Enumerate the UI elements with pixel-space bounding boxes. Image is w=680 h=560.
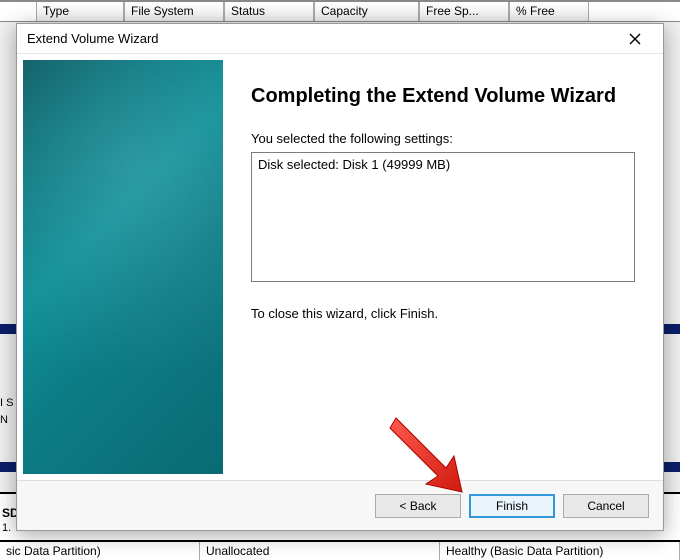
col-type[interactable]: Type bbox=[36, 2, 124, 21]
titlebar: Extend Volume Wizard bbox=[17, 24, 663, 54]
bg-part2: Unallocated bbox=[200, 542, 440, 560]
bg-part3: Healthy (Basic Data Partition) bbox=[440, 542, 680, 560]
settings-label: You selected the following settings: bbox=[251, 131, 635, 146]
wizard-side-graphic bbox=[23, 60, 223, 474]
bg-part1: sic Data Partition) bbox=[0, 542, 200, 560]
cancel-button[interactable]: Cancel bbox=[563, 494, 649, 518]
col-status[interactable]: Status bbox=[224, 2, 314, 21]
bg-table-header: Type File System Status Capacity Free Sp… bbox=[0, 0, 680, 22]
back-button[interactable]: < Back bbox=[375, 494, 461, 518]
bg-disk-label2: 1. bbox=[2, 522, 11, 534]
dialog-content: Completing the Extend Volume Wizard You … bbox=[17, 54, 663, 480]
col-filesystem[interactable]: File System bbox=[124, 2, 224, 21]
col-pct-free[interactable]: % Free bbox=[509, 2, 589, 21]
wizard-heading: Completing the Extend Volume Wizard bbox=[251, 84, 635, 109]
bg-bottom-row: sic Data Partition) Unallocated Healthy … bbox=[0, 540, 680, 560]
extend-volume-wizard-dialog: Extend Volume Wizard Completing the Exte… bbox=[16, 23, 664, 531]
finish-button[interactable]: Finish bbox=[469, 494, 555, 518]
button-row: < Back Finish Cancel bbox=[17, 480, 663, 530]
wizard-main-panel: Completing the Extend Volume Wizard You … bbox=[223, 54, 663, 480]
settings-summary-box[interactable]: Disk selected: Disk 1 (49999 MB) bbox=[251, 152, 635, 282]
col-capacity[interactable]: Capacity bbox=[314, 2, 419, 21]
close-button[interactable] bbox=[615, 25, 655, 53]
col-free-space[interactable]: Free Sp... bbox=[419, 2, 509, 21]
close-instruction: To close this wizard, click Finish. bbox=[251, 306, 635, 321]
settings-summary-text: Disk selected: Disk 1 (49999 MB) bbox=[258, 157, 450, 172]
dialog-title: Extend Volume Wizard bbox=[27, 31, 615, 46]
close-icon bbox=[629, 33, 641, 45]
